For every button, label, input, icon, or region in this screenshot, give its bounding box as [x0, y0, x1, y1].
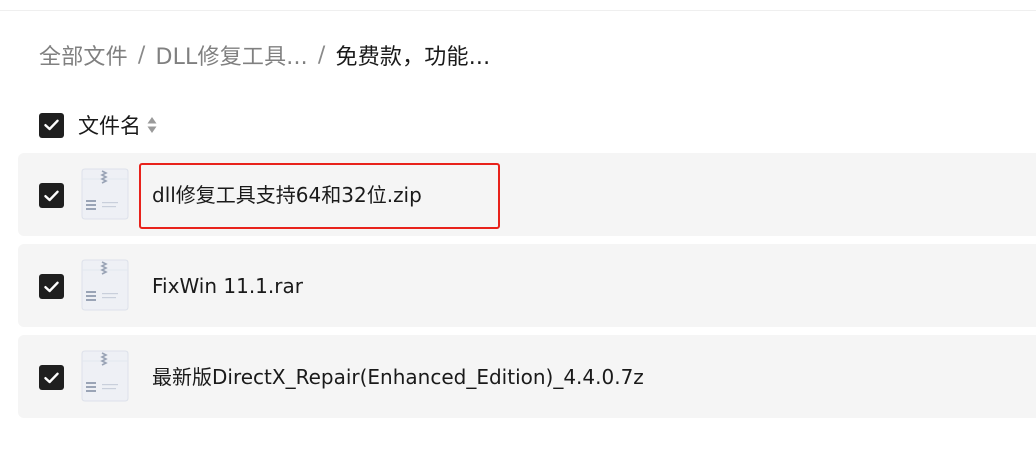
highlight-annotation-box	[139, 163, 500, 229]
archive-file-icon	[81, 259, 129, 311]
select-all-checkbox[interactable]	[39, 112, 64, 138]
file-row-checkbox[interactable]	[39, 365, 64, 390]
breadcrumb-separator: /	[137, 42, 146, 68]
column-header-filename[interactable]: 文件名	[78, 110, 141, 140]
file-row-checkbox[interactable]	[39, 183, 64, 208]
sort-arrows-icon[interactable]	[147, 116, 157, 134]
archive-file-icon	[81, 168, 129, 220]
archive-file-icon	[81, 350, 129, 402]
checkmark-icon	[44, 190, 59, 201]
file-name[interactable]: FixWin 11.1.rar	[152, 272, 303, 300]
breadcrumb-item-all-files[interactable]: 全部文件	[39, 39, 128, 71]
file-list-header: 文件名	[39, 110, 157, 140]
file-name[interactable]: 最新版DirectX_Repair(Enhanced_Edition)_4.4.…	[152, 363, 644, 391]
breadcrumb-item-dll-tools[interactable]: DLL修复工具...	[155, 39, 307, 71]
top-divider	[0, 10, 1036, 11]
breadcrumb: 全部文件 / DLL修复工具... / 免费款，功能...	[39, 38, 490, 72]
file-row[interactable]: 最新版DirectX_Repair(Enhanced_Edition)_4.4.…	[18, 335, 1036, 418]
breadcrumb-separator: /	[317, 42, 326, 68]
file-row[interactable]: FixWin 11.1.rar	[18, 244, 1036, 327]
checkmark-icon	[44, 372, 59, 383]
checkmark-icon	[44, 281, 59, 292]
breadcrumb-item-current: 免费款，功能...	[335, 45, 491, 70]
file-row-checkbox[interactable]	[39, 274, 64, 299]
checkmark-icon	[44, 119, 59, 131]
